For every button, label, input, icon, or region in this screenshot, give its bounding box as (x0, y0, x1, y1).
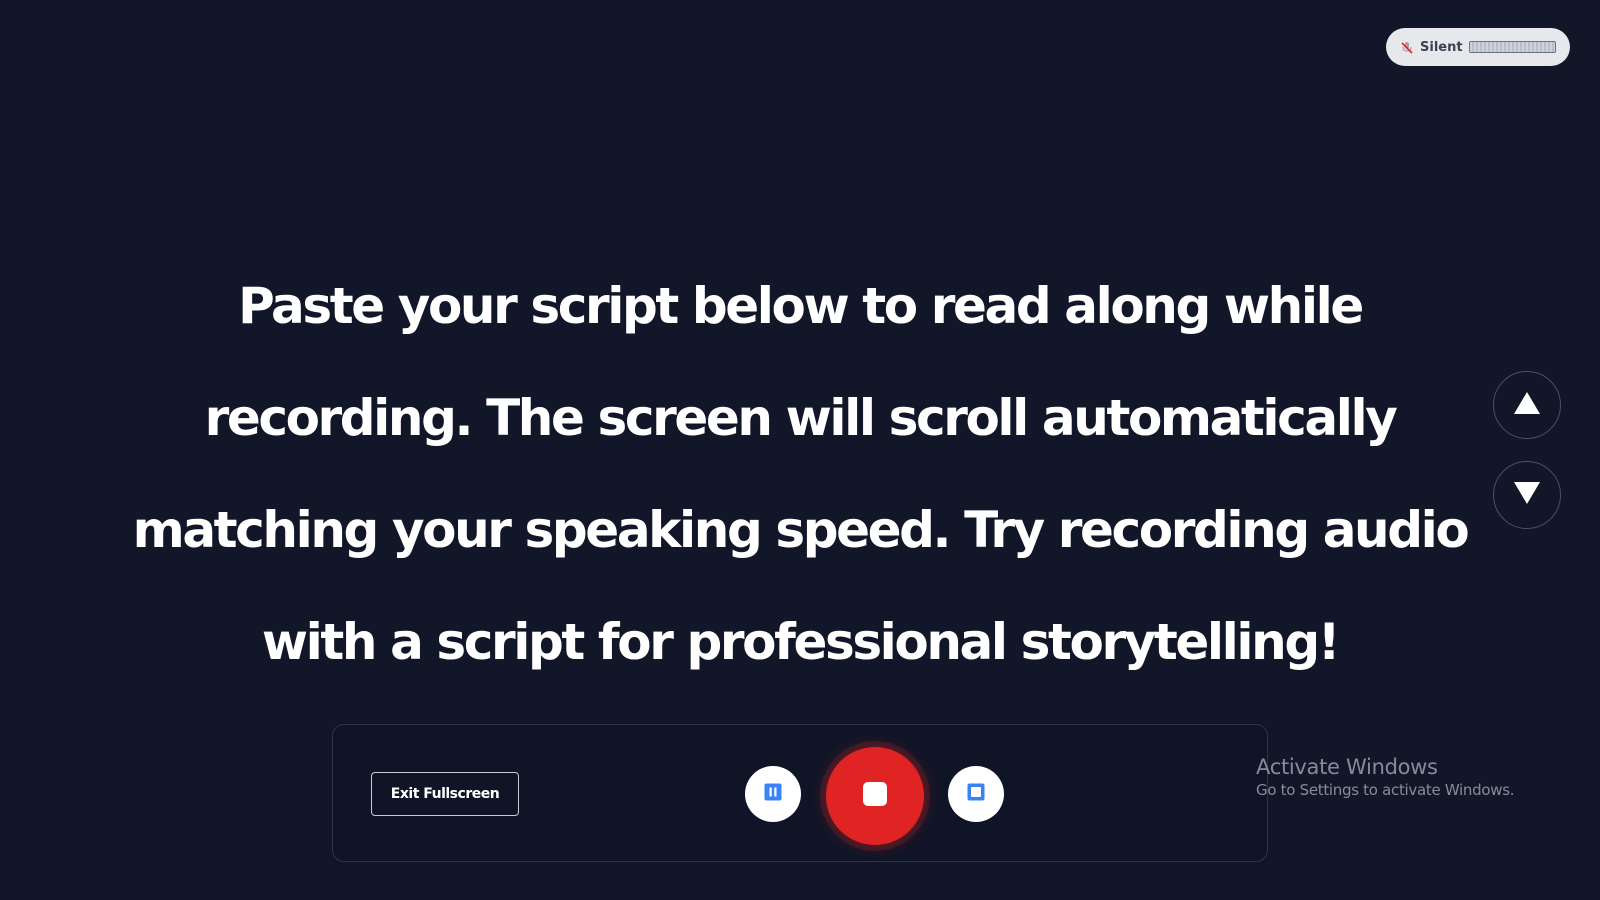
stop-button[interactable] (948, 766, 1004, 822)
stop-icon (862, 781, 888, 811)
pause-button[interactable] (745, 766, 801, 822)
scroll-down-button[interactable] (1493, 461, 1561, 529)
square-icon (966, 782, 986, 806)
recording-control-bar: Exit Fullscreen (332, 724, 1268, 862)
audio-level-meter (1468, 41, 1556, 53)
triangle-up-icon (1513, 391, 1541, 419)
muted-mic-icon (1400, 40, 1414, 54)
scroll-up-button[interactable] (1493, 371, 1561, 439)
teleprompter-page: Silent Paste your script below to read a… (0, 0, 1600, 900)
windows-activation-watermark: Activate Windows Go to Settings to activ… (1256, 754, 1514, 800)
watermark-title: Activate Windows (1256, 755, 1438, 779)
record-stop-button[interactable] (826, 747, 924, 845)
watermark-subtitle: Go to Settings to activate Windows. (1256, 781, 1515, 799)
script-viewport[interactable]: Paste your script below to read along wh… (110, 250, 1490, 698)
pause-icon (763, 782, 783, 806)
exit-fullscreen-button[interactable]: Exit Fullscreen (371, 772, 519, 816)
audio-status-label: Silent (1420, 39, 1463, 55)
triangle-down-icon (1513, 481, 1541, 509)
script-text: Paste your script below to read along wh… (132, 277, 1470, 671)
audio-status-badge: Silent (1386, 28, 1570, 66)
